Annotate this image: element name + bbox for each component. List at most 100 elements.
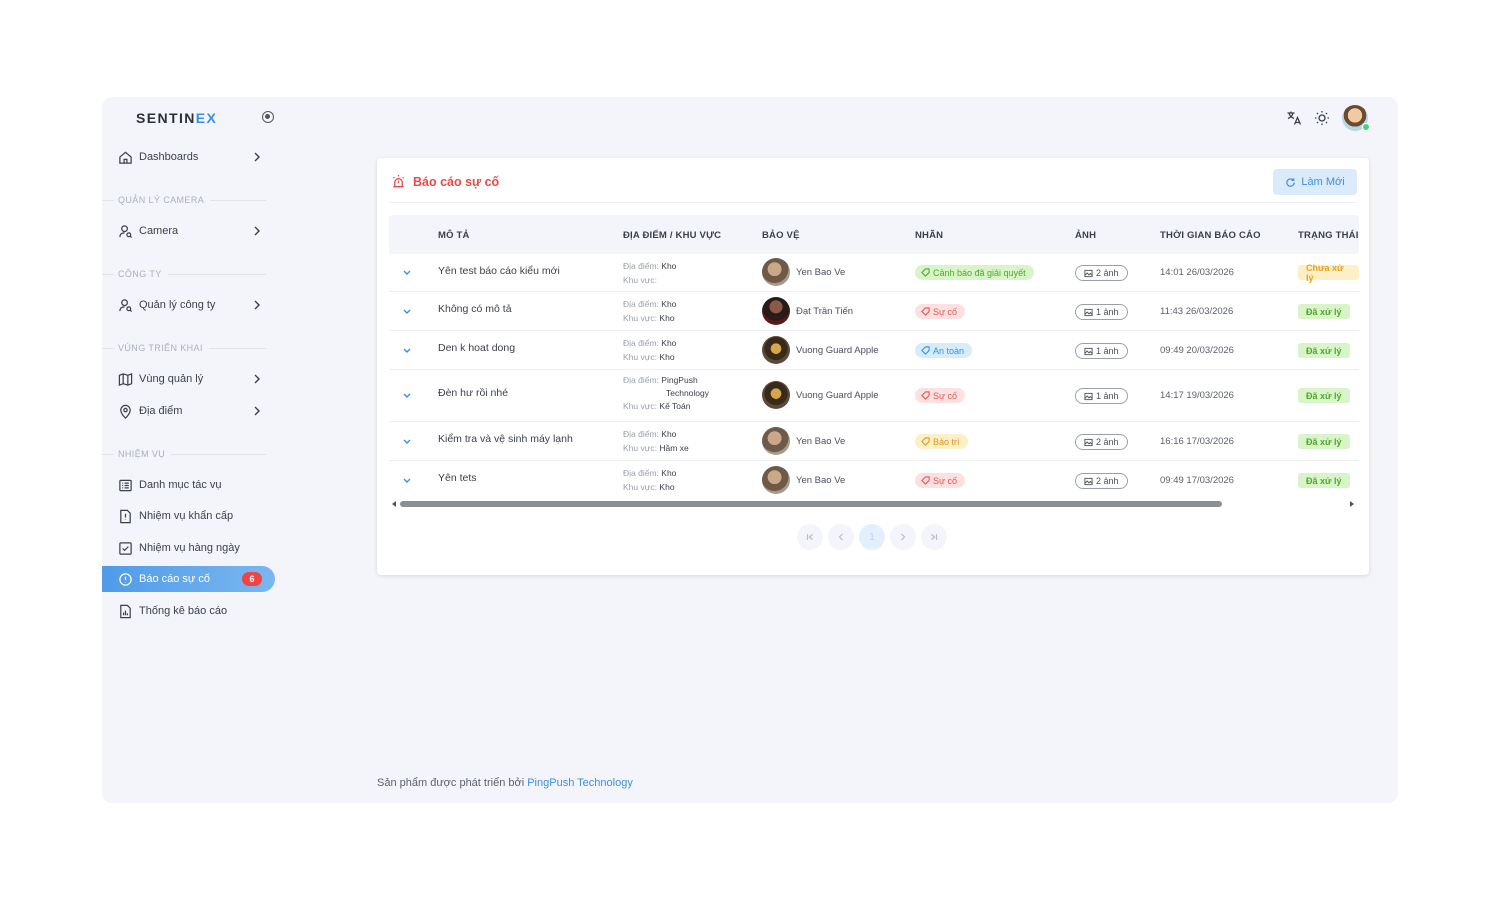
col-header-location[interactable]: ĐỊA ĐIỂM / KHU VỰC xyxy=(623,230,721,241)
chevron-down-icon[interactable] xyxy=(402,477,412,485)
app-window: SENTINEX Dashboards QUẢN LÝ CAMERA Camer… xyxy=(102,97,1398,803)
image-icon xyxy=(1084,269,1093,277)
tag-icon xyxy=(921,346,930,355)
table-row[interactable]: Den k hoat dong Địa điểm: Kho Khu vực: K… xyxy=(389,331,1359,370)
chevron-left-icon xyxy=(838,533,843,541)
checkbox-icon xyxy=(119,541,132,555)
sun-icon[interactable] xyxy=(1314,110,1330,126)
row-guard: Vuong Guard Apple xyxy=(762,336,879,364)
col-header-images[interactable]: ẢNH xyxy=(1075,230,1096,241)
next-page-button[interactable] xyxy=(890,524,916,550)
header-actions xyxy=(1286,105,1370,131)
sidebar-item-company[interactable]: Quản lý công ty xyxy=(102,292,276,318)
brand-name: SENTINEX xyxy=(136,110,218,126)
row-report-time: 11:43 26/03/2026 xyxy=(1160,306,1234,317)
avatar xyxy=(762,427,790,455)
section-deployment: VÙNG TRIỂN KHAI xyxy=(102,343,266,353)
home-icon xyxy=(119,151,132,164)
table-row[interactable]: Kiểm tra và vệ sinh máy lạnh Địa điểm: K… xyxy=(389,422,1359,461)
row-location: Địa điểm: Kho Khu vực: Kho xyxy=(623,299,677,323)
chevron-down-icon[interactable] xyxy=(402,392,412,400)
row-description: Yên tets xyxy=(438,472,477,484)
row-report-time: 09:49 17/03/2026 xyxy=(1160,475,1234,486)
sidebar-item-urgent-tasks[interactable]: Nhiệm vụ khẩn cấp xyxy=(102,503,276,529)
incident-count-badge: 6 xyxy=(242,572,262,586)
incident-report-card: Báo cáo sự cố Làm Mới MÔ TẢ ĐỊA ĐIỂM / K… xyxy=(377,158,1369,575)
sidebar-item-locations[interactable]: Địa điểm xyxy=(102,398,276,424)
images-button[interactable]: 2 ảnh xyxy=(1075,473,1128,489)
image-icon xyxy=(1084,347,1093,355)
map-icon xyxy=(118,372,133,386)
table-row[interactable]: Đèn hư rồi nhé Địa điểm: PingPush Techno… xyxy=(389,370,1359,422)
prev-page-button[interactable] xyxy=(828,524,854,550)
sidebar-pin-toggle[interactable] xyxy=(262,111,274,123)
last-page-icon xyxy=(931,534,938,540)
chevron-down-icon[interactable] xyxy=(402,347,412,355)
table-header: MÔ TẢ ĐỊA ĐIỂM / KHU VỰC BẢO VỆ NHÃN ẢNH… xyxy=(389,215,1359,254)
scroll-right-icon[interactable] xyxy=(1349,501,1355,507)
images-button[interactable]: 1 ảnh xyxy=(1075,343,1128,359)
row-description: Yên test báo cáo kiểu mới xyxy=(438,265,560,277)
last-page-button[interactable] xyxy=(921,524,947,550)
chevron-right-icon xyxy=(254,406,260,416)
row-location: Địa điểm: Kho Khu vực: xyxy=(623,261,677,285)
scroll-left-icon[interactable] xyxy=(391,501,397,507)
siren-icon xyxy=(392,174,405,188)
footer-link[interactable]: PingPush Technology xyxy=(527,777,633,789)
row-description: Den k hoat dong xyxy=(438,342,516,354)
sidebar-item-label: Camera xyxy=(139,225,179,237)
tag-icon xyxy=(921,437,930,446)
sidebar-item-label: Thống kê báo cáo xyxy=(139,605,228,617)
images-button[interactable]: 2 ảnh xyxy=(1075,265,1128,281)
sidebar-item-label: Báo cáo sự cố xyxy=(139,573,210,585)
first-page-button[interactable] xyxy=(797,524,823,550)
col-header-description[interactable]: MÔ TẢ xyxy=(438,230,470,241)
page-number-button[interactable]: 1 xyxy=(859,524,885,550)
avatar xyxy=(762,258,790,286)
row-guard: Yen Bao Ve xyxy=(762,258,845,286)
tag-icon xyxy=(921,268,930,277)
table-row[interactable]: Yên tets Địa điểm: Kho Khu vực: Kho Yen … xyxy=(389,461,1359,499)
divider xyxy=(389,202,1357,203)
chevron-right-icon xyxy=(254,226,260,236)
scrollbar-thumb[interactable] xyxy=(400,501,1222,507)
label-tag: Sự cố xyxy=(915,304,966,319)
images-button[interactable]: 1 ảnh xyxy=(1075,388,1128,404)
alert-circle-icon xyxy=(119,572,132,586)
sidebar-item-dashboards[interactable]: Dashboards xyxy=(102,144,276,170)
refresh-button[interactable]: Làm Mới xyxy=(1273,169,1357,195)
sidebar-item-task-categories[interactable]: Danh mục tác vụ xyxy=(102,472,276,498)
incident-table: MÔ TẢ ĐỊA ĐIỂM / KHU VỰC BẢO VỆ NHÃN ẢNH… xyxy=(389,215,1359,499)
table-row[interactable]: Không có mô tả Địa điểm: Kho Khu vực: Kh… xyxy=(389,292,1359,331)
images-button[interactable]: 1 ảnh xyxy=(1075,304,1128,320)
tag-icon xyxy=(921,391,930,400)
col-header-guard[interactable]: BẢO VỆ xyxy=(762,230,800,241)
label-tag: An toàn xyxy=(915,343,973,358)
status-badge: Đã xử lý xyxy=(1298,473,1350,488)
table-row[interactable]: Yên test báo cáo kiểu mới Địa điểm: Kho … xyxy=(389,254,1359,292)
sidebar-item-label: Nhiệm vụ hàng ngày xyxy=(139,542,240,554)
chevron-down-icon[interactable] xyxy=(402,269,412,277)
sidebar-item-daily-tasks[interactable]: Nhiệm vụ hàng ngày xyxy=(102,535,276,561)
sidebar-item-label: Địa điểm xyxy=(139,405,183,417)
footer: Sản phẩm được phát triển bởi PingPush Te… xyxy=(377,777,633,789)
col-header-status[interactable]: TRẠNG THÁI xyxy=(1298,230,1359,241)
image-icon xyxy=(1084,477,1093,485)
map-pin-icon xyxy=(120,404,131,419)
sidebar-item-report-stats[interactable]: Thống kê báo cáo xyxy=(102,598,276,624)
sidebar-item-incident-reports[interactable]: Báo cáo sự cố 6 xyxy=(102,566,275,592)
images-button[interactable]: 2 ảnh xyxy=(1075,434,1128,450)
horizontal-scrollbar[interactable] xyxy=(389,499,1359,509)
image-icon xyxy=(1084,438,1093,446)
section-company: CÔNG TY xyxy=(102,269,266,279)
chevron-right-icon xyxy=(901,533,906,541)
user-avatar[interactable] xyxy=(1342,105,1370,131)
col-header-report-time[interactable]: THỜI GIAN BÁO CÁO xyxy=(1160,230,1261,241)
translate-icon[interactable] xyxy=(1286,110,1302,126)
sidebar-item-camera[interactable]: Camera xyxy=(102,218,276,244)
col-header-label[interactable]: NHÃN xyxy=(915,230,943,241)
chevron-down-icon[interactable] xyxy=(402,308,412,316)
chevron-down-icon[interactable] xyxy=(402,438,412,446)
row-report-time: 14:01 26/03/2026 xyxy=(1160,267,1234,278)
sidebar-item-zones[interactable]: Vùng quản lý xyxy=(102,366,276,392)
